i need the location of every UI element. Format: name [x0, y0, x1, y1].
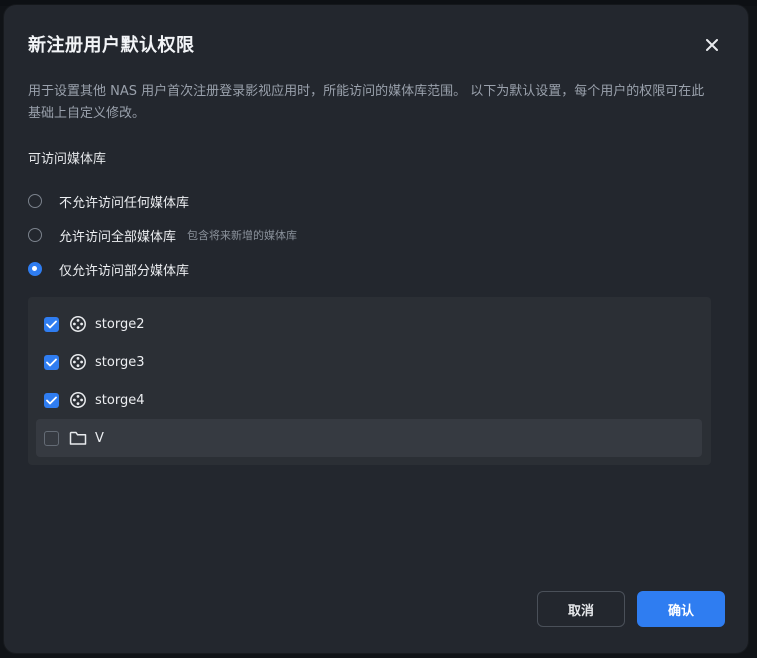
library-name: storge3 [95, 354, 145, 370]
permission-dialog: 新注册用户默认权限 用于设置其他 NAS 用户首次注册登录影视应用时，所能访问的… [4, 5, 748, 653]
checkmark-icon [46, 320, 57, 328]
radio-label: 不允许访问任何媒体库 [59, 195, 190, 211]
library-item-storge3[interactable]: storge3 [36, 343, 702, 381]
cancel-button[interactable]: 取消 [537, 591, 625, 627]
radio-label: 允许访问全部媒体库 [59, 229, 177, 245]
dialog-description: 用于设置其他 NAS 用户首次注册登录影视应用时，所能访问的媒体库范围。 以下为… [28, 84, 705, 121]
library-item-v[interactable]: V [36, 419, 702, 457]
library-checkbox[interactable] [44, 430, 59, 446]
radio-option-all[interactable]: 允许访问全部媒体库 包含将来新增的媒体库 [28, 225, 297, 245]
library-item-storge2[interactable]: storge2 [36, 305, 702, 343]
film-reel-icon [69, 353, 87, 371]
checkmark-icon [46, 358, 57, 366]
film-reel-icon [69, 391, 87, 409]
close-icon [706, 39, 718, 51]
film-reel-icon [69, 315, 87, 333]
radio-button[interactable] [28, 228, 42, 242]
radio-option-partial[interactable]: 仅允许访问部分媒体库 [28, 259, 189, 279]
dialog-title: 新注册用户默认权限 [28, 35, 195, 56]
library-item-storge4[interactable]: storge4 [36, 381, 702, 419]
library-checkbox[interactable] [44, 392, 59, 408]
radio-label: 仅允许访问部分媒体库 [59, 263, 190, 279]
radio-hint: 包含将来新增的媒体库 [187, 229, 298, 242]
section-label: 可访问媒体库 [28, 152, 107, 167]
folder-icon [69, 429, 87, 447]
radio-option-none[interactable]: 不允许访问任何媒体库 [28, 191, 189, 211]
library-name: storge4 [95, 392, 145, 408]
confirm-button[interactable]: 确认 [637, 591, 725, 627]
radio-button-selected[interactable] [28, 262, 42, 276]
library-name: storge2 [95, 316, 145, 332]
library-name: V [95, 430, 104, 446]
close-button[interactable] [700, 33, 724, 57]
library-checkbox[interactable] [44, 316, 59, 332]
checkmark-icon [46, 396, 57, 404]
radio-button[interactable] [28, 194, 42, 208]
library-checkbox[interactable] [44, 354, 59, 370]
library-list: storge2 storge3 storge4 V [28, 297, 711, 465]
